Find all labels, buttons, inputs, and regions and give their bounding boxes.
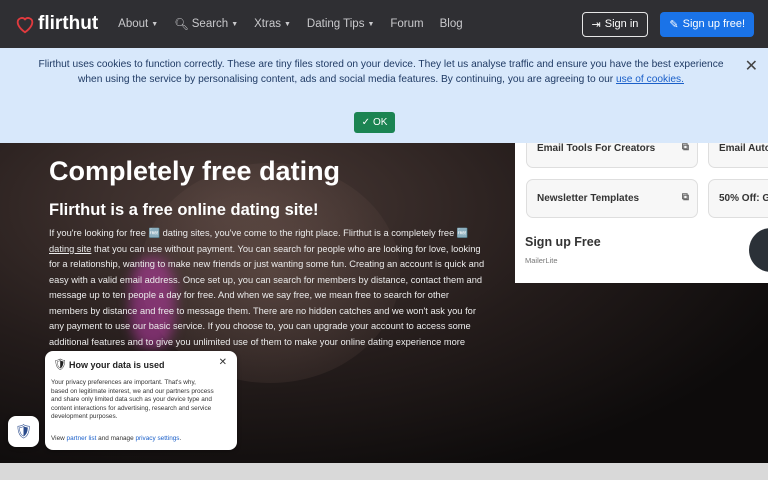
ad-arrow-button[interactable]	[749, 228, 768, 272]
ad-panel: Email Tools For Creators ⧉ Email Auto New…	[515, 143, 768, 283]
ad-card-discount[interactable]: 50% Off: G	[708, 179, 768, 218]
use-of-cookies-link[interactable]: use of cookies.	[616, 74, 684, 85]
ad-card-label: Newsletter Templates	[537, 193, 640, 204]
sign-in-button[interactable]: ⇥ Sign in	[581, 11, 649, 37]
caret-down-icon: ▼	[283, 20, 291, 28]
ad-card-newsletter[interactable]: Newsletter Templates ⧉	[526, 179, 698, 218]
caret-down-icon: ▼	[151, 20, 159, 28]
sign-in-label: Sign in	[604, 18, 639, 30]
privacy-footer: View partner list and manage privacy set…	[51, 435, 181, 442]
ad-card-label: Email Tools For Creators	[537, 143, 656, 154]
privacy-settings-link[interactable]: privacy settings	[135, 435, 179, 442]
intro-paragraph: If you're looking for free 🆓 dating site…	[49, 226, 485, 366]
privacy-foot-view: View	[51, 435, 67, 442]
cookie-text: Flirthut uses cookies to function correc…	[36, 58, 726, 87]
cookie-ok-button[interactable]: ✓ OK	[354, 112, 395, 133]
privacy-notice: 🛡︎ How your data is used ✕ Your privacy …	[45, 351, 237, 450]
nav-search[interactable]: 🔍︎ Search ▼	[174, 17, 238, 31]
ad-sponsor: MailerLite	[525, 256, 558, 265]
page-title: Completely free dating	[49, 156, 341, 186]
close-icon[interactable]: ✕	[219, 357, 227, 368]
ad-card-email-tools[interactable]: Email Tools For Creators ⧉	[526, 143, 698, 168]
privacy-foot-mid: and manage	[96, 435, 136, 442]
nav-about-label: About	[118, 18, 149, 30]
intro-text-rest: that you can use without payment. You ca…	[49, 243, 485, 363]
nav-forum[interactable]: Forum	[390, 18, 423, 30]
heart-logo-icon	[16, 17, 34, 34]
nav-blog[interactable]: Blog	[440, 18, 463, 30]
ad-card-label: 50% Off: G	[719, 193, 768, 204]
ad-title[interactable]: Sign up Free	[525, 235, 601, 249]
logo-text: flirthut	[38, 13, 99, 34]
page-subtitle: Flirthut is a free online dating site!	[49, 201, 319, 219]
shield-check-icon: 🛡︎	[14, 423, 33, 439]
sign-in-icon: ⇥	[591, 18, 601, 31]
navbar: flirthut About ▼ 🔍︎ Search ▼ Xtras ▼ Dating …	[0, 0, 768, 48]
nav-dating-tips-label: Dating Tips	[306, 18, 365, 30]
nav-xtras[interactable]: Xtras ▼	[254, 18, 291, 30]
shield-icon: 🛡︎	[53, 359, 67, 371]
nav-xtras-label: Xtras	[254, 18, 281, 30]
caret-down-icon: ▼	[367, 20, 375, 28]
pencil-icon: ✎	[669, 18, 679, 31]
check-icon: ✓	[361, 117, 370, 128]
dating-site-link[interactable]: dating site	[49, 244, 91, 254]
ad-card-email-auto[interactable]: Email Auto	[708, 143, 768, 168]
logo[interactable]: flirthut	[14, 13, 98, 35]
privacy-foot-end: .	[179, 435, 182, 442]
footer-strip	[0, 463, 768, 480]
privacy-settings-button[interactable]: 🛡︎	[8, 416, 39, 447]
search-icon: 🔍︎	[174, 19, 189, 31]
ok-label: OK	[372, 117, 388, 128]
nav-about[interactable]: About ▼	[118, 18, 158, 30]
nav-forum-label: Forum	[390, 18, 424, 30]
ad-card-label: Email Auto	[719, 143, 768, 154]
nav-actions: ⇥ Sign in ✎ Sign up free!	[581, 11, 754, 37]
caret-down-icon: ▼	[231, 20, 239, 28]
partner-list-link[interactable]: partner list	[67, 435, 97, 442]
nav-dating-tips[interactable]: Dating Tips ▼	[307, 18, 374, 30]
privacy-title: How your data is used	[69, 360, 165, 370]
close-icon[interactable]: ✕	[745, 56, 758, 76]
nav-blog-label: Blog	[439, 18, 463, 30]
external-link-icon: ⧉	[681, 143, 689, 153]
nav-search-label: Search	[191, 18, 229, 30]
sign-up-label: Sign up free!	[682, 18, 745, 30]
sign-up-button[interactable]: ✎ Sign up free!	[660, 11, 754, 37]
main-nav: About ▼ 🔍︎ Search ▼ Xtras ▼ Dating Tips ▼ For…	[118, 17, 463, 31]
external-link-icon: ⧉	[681, 192, 689, 203]
intro-text-start: If you're looking for free 🆓 dating site…	[49, 228, 469, 238]
privacy-body: Your privacy preferences are important. …	[51, 379, 214, 421]
